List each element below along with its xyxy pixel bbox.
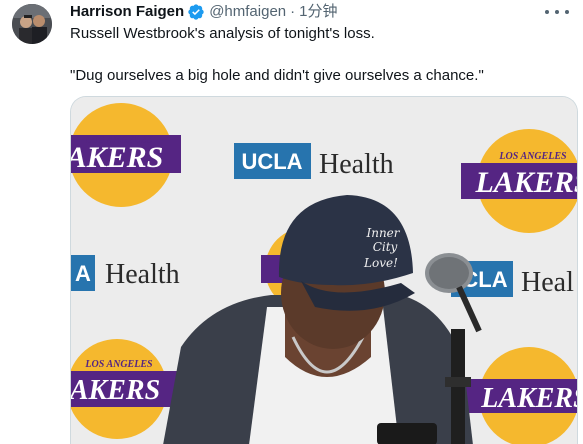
more-options-icon[interactable] — [545, 4, 569, 20]
cap-text-line-2: City — [373, 240, 398, 254]
tweet-header: Harrison Faigen @hmfaigen · 1分钟 — [70, 2, 337, 22]
author-name[interactable]: Harrison Faigen — [70, 2, 184, 22]
svg-text:AKERS: AKERS — [71, 141, 163, 174]
author-handle[interactable]: @hmfaigen — [209, 2, 286, 22]
svg-text:A: A — [75, 261, 91, 286]
svg-text:AKERS: AKERS — [71, 375, 160, 406]
cap-text-line-3: Love! — [363, 256, 398, 270]
ucla-health-sign-left: A Health — [71, 255, 180, 291]
svg-text:LOS ANGELES: LOS ANGELES — [498, 151, 567, 162]
avatar-image — [12, 4, 52, 44]
press-conference-photo: LOS ANGELES AKERS UCLA Health LOS ANGELE… — [71, 97, 578, 444]
avatar[interactable] — [12, 4, 52, 44]
timestamp[interactable]: 1分钟 — [299, 2, 337, 22]
svg-text:Heal: Heal — [521, 267, 574, 298]
svg-text:LOS ANGELES: LOS ANGELES — [84, 359, 153, 370]
cap-text-line-1: Inner — [365, 226, 400, 240]
svg-text:Health: Health — [319, 149, 394, 180]
svg-text:LAKERS: LAKERS — [480, 383, 578, 414]
tweet-text-line-1: Russell Westbrook's analysis of tonight'… — [70, 25, 375, 42]
tweet-text-line-2: "Dug ourselves a big hole and didn't giv… — [70, 67, 484, 84]
svg-text:Health: Health — [105, 259, 180, 290]
svg-text:UCLA: UCLA — [241, 149, 302, 174]
separator-dot: · — [290, 3, 296, 20]
svg-text:LAKERS: LAKERS — [474, 166, 578, 199]
verified-badge-icon — [187, 3, 205, 21]
tweet-media[interactable]: LOS ANGELES AKERS UCLA Health LOS ANGELE… — [70, 96, 578, 444]
